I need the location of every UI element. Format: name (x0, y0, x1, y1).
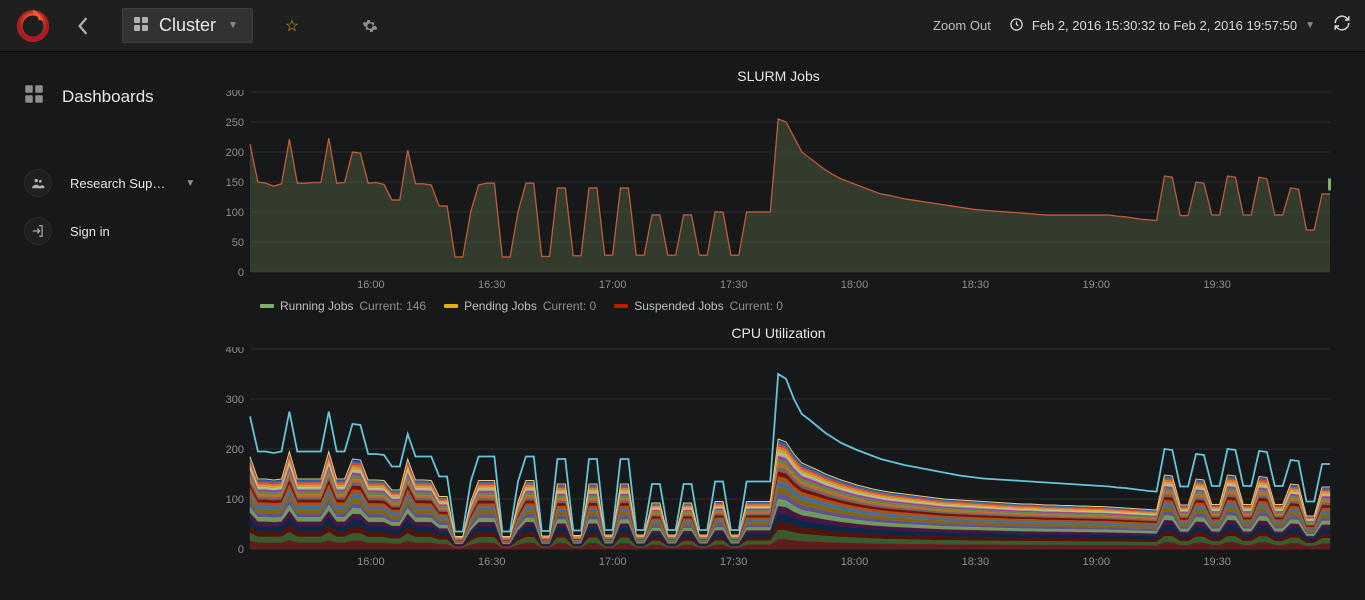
svg-text:250: 250 (226, 117, 244, 129)
svg-text:17:00: 17:00 (599, 556, 627, 567)
panel-cpu[interactable]: CPU Utilization 0 100 200 300 400 16:00 16:30 1… (210, 321, 1347, 570)
dashboard-title: Cluster (159, 15, 216, 36)
legend: Running Jobs Current: 146 Pending Jobs Cu… (210, 293, 1347, 313)
clock-icon (1009, 17, 1024, 35)
signin-icon (24, 217, 52, 245)
time-range-picker[interactable]: Feb 2, 2016 15:30:32 to Feb 2, 2016 19:5… (1009, 17, 1315, 35)
legend-item[interactable]: Pending Jobs Current: 0 (444, 299, 596, 313)
panel-title: SLURM Jobs (210, 64, 1347, 90)
svg-text:19:30: 19:30 (1203, 556, 1231, 567)
panel-slurm[interactable]: SLURM Jobs 0 50 100 150 200 250 300 16:00 16:30 1… (210, 64, 1347, 313)
svg-text:200: 200 (226, 444, 244, 456)
side-menu: Dashboards Research Sup… ▼ Sign in (0, 52, 200, 600)
svg-text:16:30: 16:30 (478, 556, 506, 567)
svg-text:100: 100 (226, 207, 244, 219)
svg-text:16:00: 16:00 (357, 556, 385, 567)
svg-text:0: 0 (238, 544, 244, 556)
gear-icon[interactable] (357, 13, 383, 39)
sidebar-item-dashboards[interactable]: Dashboards (0, 74, 200, 119)
star-icon[interactable]: ☆ (279, 13, 305, 39)
panel-title: CPU Utilization (210, 321, 1347, 347)
back-icon[interactable] (70, 13, 96, 39)
users-icon (24, 169, 52, 197)
svg-text:18:30: 18:30 (962, 556, 990, 567)
chart-slurm[interactable]: 0 50 100 150 200 250 300 16:00 16:30 17:00 17:30 18… (210, 90, 1347, 293)
sidebar-item-org[interactable]: Research Sup… ▼ (0, 159, 200, 207)
svg-text:200: 200 (226, 147, 244, 159)
sidebar-item-signin[interactable]: Sign in (0, 207, 200, 255)
svg-text:19:00: 19:00 (1083, 556, 1111, 567)
svg-text:18:30: 18:30 (962, 279, 990, 290)
chart-cpu[interactable]: 0 100 200 300 400 16:00 16:30 17:00 17:30 18:00 18… (210, 347, 1347, 570)
chevron-down-icon: ▼ (1305, 20, 1315, 31)
svg-text:16:30: 16:30 (478, 279, 506, 290)
svg-text:150: 150 (226, 177, 244, 189)
grid-icon (24, 84, 44, 109)
svg-text:300: 300 (226, 394, 244, 406)
legend-item[interactable]: Running Jobs Current: 146 (260, 299, 426, 313)
svg-text:100: 100 (226, 494, 244, 506)
sidebar-label: Sign in (70, 224, 110, 239)
grid-icon (133, 16, 149, 35)
chevron-down-icon: ▼ (228, 20, 238, 31)
svg-text:300: 300 (226, 90, 244, 99)
time-range-text: Feb 2, 2016 15:30:32 to Feb 2, 2016 19:5… (1032, 18, 1297, 33)
svg-text:18:00: 18:00 (841, 279, 869, 290)
panel-area: SLURM Jobs 0 50 100 150 200 250 300 16:00 16:30 1… (200, 52, 1365, 600)
dashboard-picker[interactable]: Cluster ▼ (122, 8, 253, 43)
svg-text:50: 50 (232, 237, 244, 249)
svg-text:18:00: 18:00 (841, 556, 869, 567)
refresh-icon[interactable] (1333, 14, 1351, 37)
svg-text:16:00: 16:00 (357, 279, 385, 290)
chevron-down-icon: ▼ (185, 178, 195, 189)
grafana-logo-icon[interactable] (12, 5, 54, 47)
svg-text:17:30: 17:30 (720, 279, 748, 290)
svg-text:17:30: 17:30 (720, 556, 748, 567)
svg-text:400: 400 (226, 347, 244, 356)
sidebar-label: Dashboards (62, 87, 154, 107)
svg-text:19:00: 19:00 (1083, 279, 1111, 290)
svg-text:17:00: 17:00 (599, 279, 627, 290)
top-nav: Cluster ▼ ☆ Zoom Out Feb 2, 2016 15:30:3… (0, 0, 1365, 52)
zoom-out-button[interactable]: Zoom Out (933, 18, 991, 33)
legend-item[interactable]: Suspended Jobs Current: 0 (614, 299, 783, 313)
svg-text:19:30: 19:30 (1203, 279, 1231, 290)
sidebar-label: Research Sup… (70, 176, 165, 191)
svg-text:0: 0 (238, 267, 244, 279)
